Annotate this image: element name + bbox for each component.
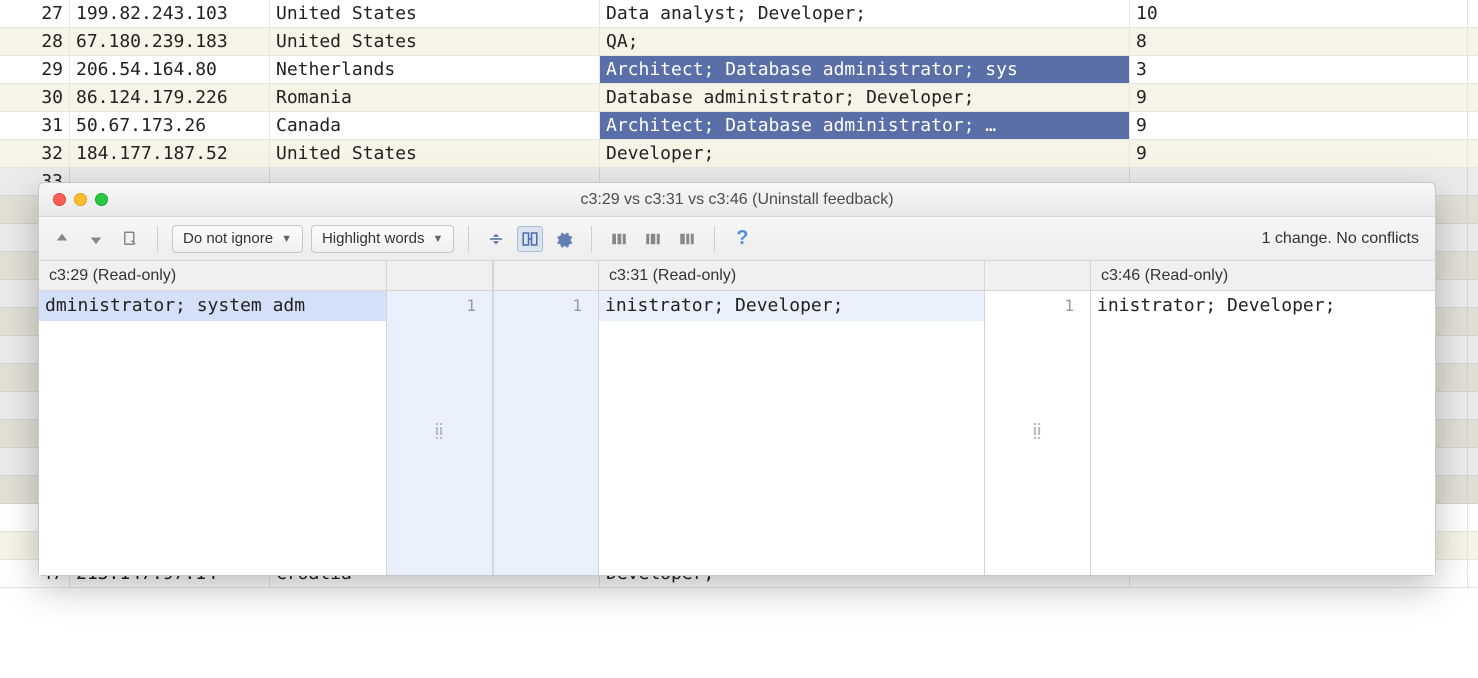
diff-viewer-window: c3:29 vs c3:31 vs c3:46 (Uninstall feedb… <box>38 182 1436 576</box>
pane-left: c3:29 (Read-only) dministrator; system a… <box>39 261 387 575</box>
table-row[interactable]: 32184.177.187.52United StatesDeveloper;9 <box>0 140 1478 168</box>
cell-ip[interactable]: 206.54.164.80 <box>70 56 270 83</box>
gear-icon[interactable] <box>551 226 577 252</box>
row-number: 32 <box>0 140 70 167</box>
cell-role[interactable]: Developer; <box>600 140 1130 167</box>
arrow-down-icon[interactable] <box>83 226 109 252</box>
gutter-left: 1 ⠿⠿ <box>387 261 493 575</box>
table-row[interactable]: 29206.54.164.80NetherlandsArchitect; Dat… <box>0 56 1478 84</box>
arrow-up-icon[interactable] <box>49 226 75 252</box>
cell-score[interactable]: 9 <box>1130 112 1468 139</box>
cell-ip[interactable]: 86.124.179.226 <box>70 84 270 111</box>
pane-left-body[interactable]: dministrator; system adm <box>39 291 386 575</box>
cell-country[interactable]: United States <box>270 28 600 55</box>
row-number: 29 <box>0 56 70 83</box>
pane-left-line: dministrator; system adm <box>39 291 386 321</box>
cell-score[interactable]: 9 <box>1130 84 1468 111</box>
maximize-icon[interactable] <box>95 193 108 206</box>
cell-score[interactable]: 3 <box>1130 56 1468 83</box>
pane-middle-body[interactable]: inistrator; Developer; <box>599 291 984 575</box>
pane-right-line: inistrator; Developer; <box>1091 291 1435 321</box>
cell-role[interactable]: Architect; Database administrator; sys <box>600 56 1130 83</box>
drag-handle-icon[interactable]: ⠿⠿ <box>434 427 445 439</box>
chevron-down-icon: ▼ <box>433 233 444 245</box>
table-row[interactable]: 3150.67.173.26CanadaArchitect; Database … <box>0 112 1478 140</box>
cell-country[interactable]: Romania <box>270 84 600 111</box>
window-title: c3:29 vs c3:31 vs c3:46 (Uninstall feedb… <box>39 191 1435 209</box>
cell-score[interactable]: 10 <box>1130 0 1468 27</box>
highlight-dropdown-label: Highlight words <box>322 230 425 247</box>
cell-ip[interactable]: 199.82.243.103 <box>70 0 270 27</box>
cell-country[interactable]: United States <box>270 140 600 167</box>
pane-right-header: c3:46 (Read-only) <box>1091 261 1435 291</box>
table-row[interactable]: 27199.82.243.103United StatesData analys… <box>0 0 1478 28</box>
row-number: 28 <box>0 28 70 55</box>
cell-ip[interactable]: 184.177.187.52 <box>70 140 270 167</box>
cell-score[interactable]: 8 <box>1130 28 1468 55</box>
table-row[interactable]: 2867.180.239.183United StatesQA;8 <box>0 28 1478 56</box>
toolbar: Do not ignore ▼ Highlight words ▼ ? 1 <box>39 217 1435 261</box>
ignore-dropdown-label: Do not ignore <box>183 230 273 247</box>
cell-role[interactable]: Database administrator; Developer; <box>600 84 1130 111</box>
gutter-number: 1 <box>985 291 1090 321</box>
cell-role[interactable]: Architect; Database administrator; … <box>600 112 1130 139</box>
ignore-dropdown[interactable]: Do not ignore ▼ <box>172 225 303 253</box>
cell-country[interactable]: United States <box>270 0 600 27</box>
row-number: 30 <box>0 84 70 111</box>
highlight-dropdown[interactable]: Highlight words ▼ <box>311 225 454 253</box>
pane-middle-header: c3:31 (Read-only) <box>599 261 984 291</box>
cell-role[interactable]: QA; <box>600 28 1130 55</box>
window-controls <box>39 193 108 206</box>
separator <box>468 226 469 252</box>
cell-role[interactable]: Data analyst; Developer; <box>600 0 1130 27</box>
separator <box>591 226 592 252</box>
pane-middle: c3:31 (Read-only) inistrator; Developer; <box>599 261 985 575</box>
layout-3-icon[interactable] <box>674 226 700 252</box>
pane-right: c3:46 (Read-only) inistrator; Developer; <box>1091 261 1435 575</box>
cell-ip[interactable]: 67.180.239.183 <box>70 28 270 55</box>
cell-country[interactable]: Canada <box>270 112 600 139</box>
titlebar[interactable]: c3:29 vs c3:31 vs c3:46 (Uninstall feedb… <box>39 183 1435 217</box>
table-row[interactable]: 3086.124.179.226RomaniaDatabase administ… <box>0 84 1478 112</box>
gutter-left-2: 1 <box>493 261 599 575</box>
collapse-unchanged-icon[interactable] <box>483 226 509 252</box>
row-number: 31 <box>0 112 70 139</box>
diff-status: 1 change. No conflicts <box>1262 230 1425 248</box>
cell-ip[interactable]: 50.67.173.26 <box>70 112 270 139</box>
layout-1-icon[interactable] <box>606 226 632 252</box>
diff-panes: c3:29 (Read-only) dministrator; system a… <box>39 261 1435 575</box>
separator <box>157 226 158 252</box>
pane-right-body[interactable]: inistrator; Developer; <box>1091 291 1435 575</box>
edit-icon[interactable] <box>117 226 143 252</box>
gutter-right: 1 ⠿⠿ <box>985 261 1091 575</box>
layout-2-icon[interactable] <box>640 226 666 252</box>
cell-score[interactable]: 9 <box>1130 140 1468 167</box>
gutter-number: 1 <box>387 291 492 321</box>
gutter-number: 1 <box>494 291 598 321</box>
pane-left-header: c3:29 (Read-only) <box>39 261 386 291</box>
drag-handle-icon[interactable]: ⠿⠿ <box>1032 427 1043 439</box>
separator <box>714 226 715 252</box>
row-number: 27 <box>0 0 70 27</box>
sync-scroll-icon[interactable] <box>517 226 543 252</box>
minimize-icon[interactable] <box>74 193 87 206</box>
pane-middle-line: inistrator; Developer; <box>599 291 984 321</box>
close-icon[interactable] <box>53 193 66 206</box>
chevron-down-icon: ▼ <box>281 233 292 245</box>
cell-country[interactable]: Netherlands <box>270 56 600 83</box>
help-icon[interactable]: ? <box>729 226 755 252</box>
